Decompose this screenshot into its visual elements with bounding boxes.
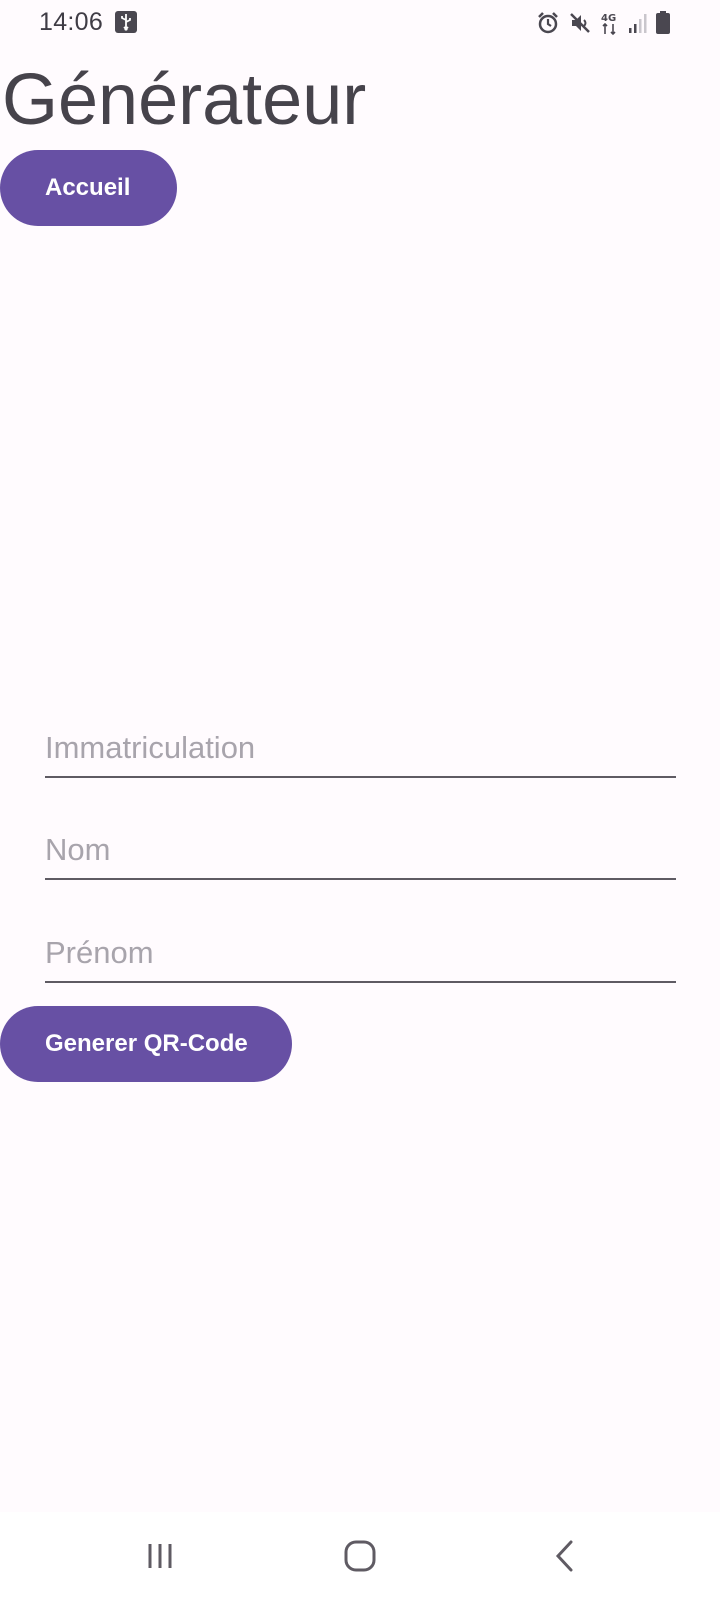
status-icons: 4G bbox=[536, 10, 670, 36]
back-icon bbox=[555, 1540, 573, 1572]
svg-text:4G: 4G bbox=[601, 13, 616, 24]
prenom-input[interactable] bbox=[45, 931, 676, 983]
home-icon bbox=[344, 1540, 376, 1572]
alarm-icon bbox=[536, 11, 560, 35]
signal-icon bbox=[628, 11, 648, 35]
network-4g-icon: 4G bbox=[600, 10, 620, 36]
status-bar: 14:06 4G bbox=[0, 0, 720, 46]
battery-icon bbox=[656, 11, 670, 35]
back-button[interactable] bbox=[505, 1512, 625, 1600]
immatriculation-input[interactable] bbox=[45, 726, 676, 778]
recents-icon bbox=[148, 1544, 172, 1568]
home-button[interactable]: Accueil bbox=[0, 150, 177, 226]
page-title: Générateur bbox=[2, 60, 367, 140]
recents-button[interactable] bbox=[100, 1512, 220, 1600]
navigation-bar bbox=[0, 1512, 720, 1600]
status-time: 14:06 bbox=[39, 8, 104, 36]
mute-icon bbox=[568, 11, 592, 35]
nom-input[interactable] bbox=[45, 828, 676, 880]
generate-qr-button[interactable]: Generer QR-Code bbox=[0, 1006, 292, 1082]
usb-icon bbox=[114, 10, 138, 34]
home-nav-button[interactable] bbox=[300, 1512, 420, 1600]
